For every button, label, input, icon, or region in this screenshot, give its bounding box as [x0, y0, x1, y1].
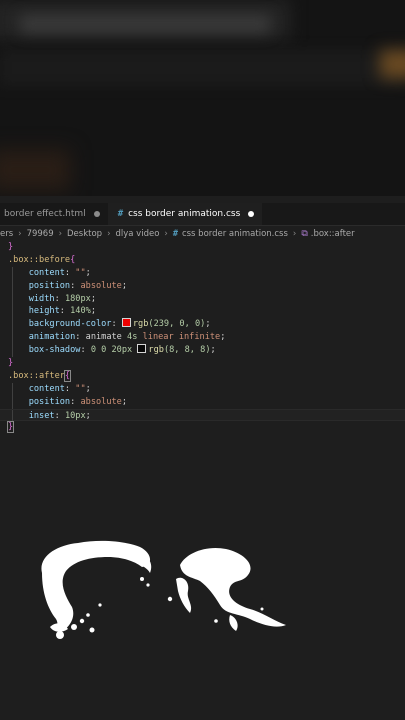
chevron-right-icon: › [58, 229, 63, 239]
code-line: height: 140%; [0, 305, 405, 319]
code-line: background-color: rgb(239, 0, 0); [0, 318, 405, 332]
modified-dot-icon[interactable] [93, 211, 100, 217]
color-swatch-red[interactable] [121, 318, 131, 328]
chevron-right-icon: › [164, 229, 168, 239]
breadcrumb-item[interactable]: 79969 [27, 229, 54, 239]
selector-symbol-icon: ⧉ [301, 229, 308, 239]
code-line-current: inset: 10px; [0, 408, 405, 423]
code-editor[interactable]: } .box::before{ content: ""; position: a… [0, 241, 405, 434]
css-file-icon: # [117, 209, 124, 219]
code-line: position: absolute; [0, 395, 405, 409]
code-line: position: absolute; [0, 279, 405, 293]
color-swatch-dark[interactable] [137, 344, 147, 354]
code-line: content: ""; [0, 266, 405, 280]
breadcrumb-item[interactable]: dlya video [115, 229, 159, 239]
breadcrumb-item[interactable]: css border animation.css [182, 229, 288, 239]
code-line: width: 180px; [0, 292, 405, 306]
blurred-background [0, 0, 405, 196]
code-line: } [8, 358, 14, 369]
breadcrumb: ers › 79969 › Desktop › dlya video › # c… [0, 227, 405, 241]
tab-label: css border animation.css [128, 209, 241, 219]
code-line: box-shadow: 0 0 20px rgb(8, 8, 8); [0, 344, 405, 358]
tab-label: border effect.html [4, 209, 86, 219]
breadcrumb-item[interactable]: .box::after [311, 229, 355, 239]
tab-border-effect-html[interactable]: border effect.html [0, 203, 108, 225]
modified-dot-icon[interactable] [248, 211, 255, 217]
code-line: .box::before{ [8, 254, 76, 265]
breadcrumb-item[interactable]: ers [0, 229, 13, 239]
code-line: content: ""; [0, 382, 405, 396]
smoke-animation-preview [41, 540, 286, 639]
chevron-right-icon: › [292, 229, 297, 239]
chevron-right-icon: › [107, 229, 111, 239]
editor-tab-bar: border effect.html # css border animatio… [0, 203, 405, 226]
code-line: .box::after{ [8, 369, 72, 382]
code-line: } [8, 242, 14, 252]
code-line: } [6, 421, 15, 434]
breadcrumb-item[interactable]: Desktop [67, 229, 102, 239]
code-line: animation: animate 4s linear infinite; [0, 331, 405, 345]
css-file-icon: # [172, 229, 178, 239]
tab-css-border-animation[interactable]: # css border animation.css [107, 203, 263, 225]
chevron-right-icon: › [18, 229, 22, 239]
